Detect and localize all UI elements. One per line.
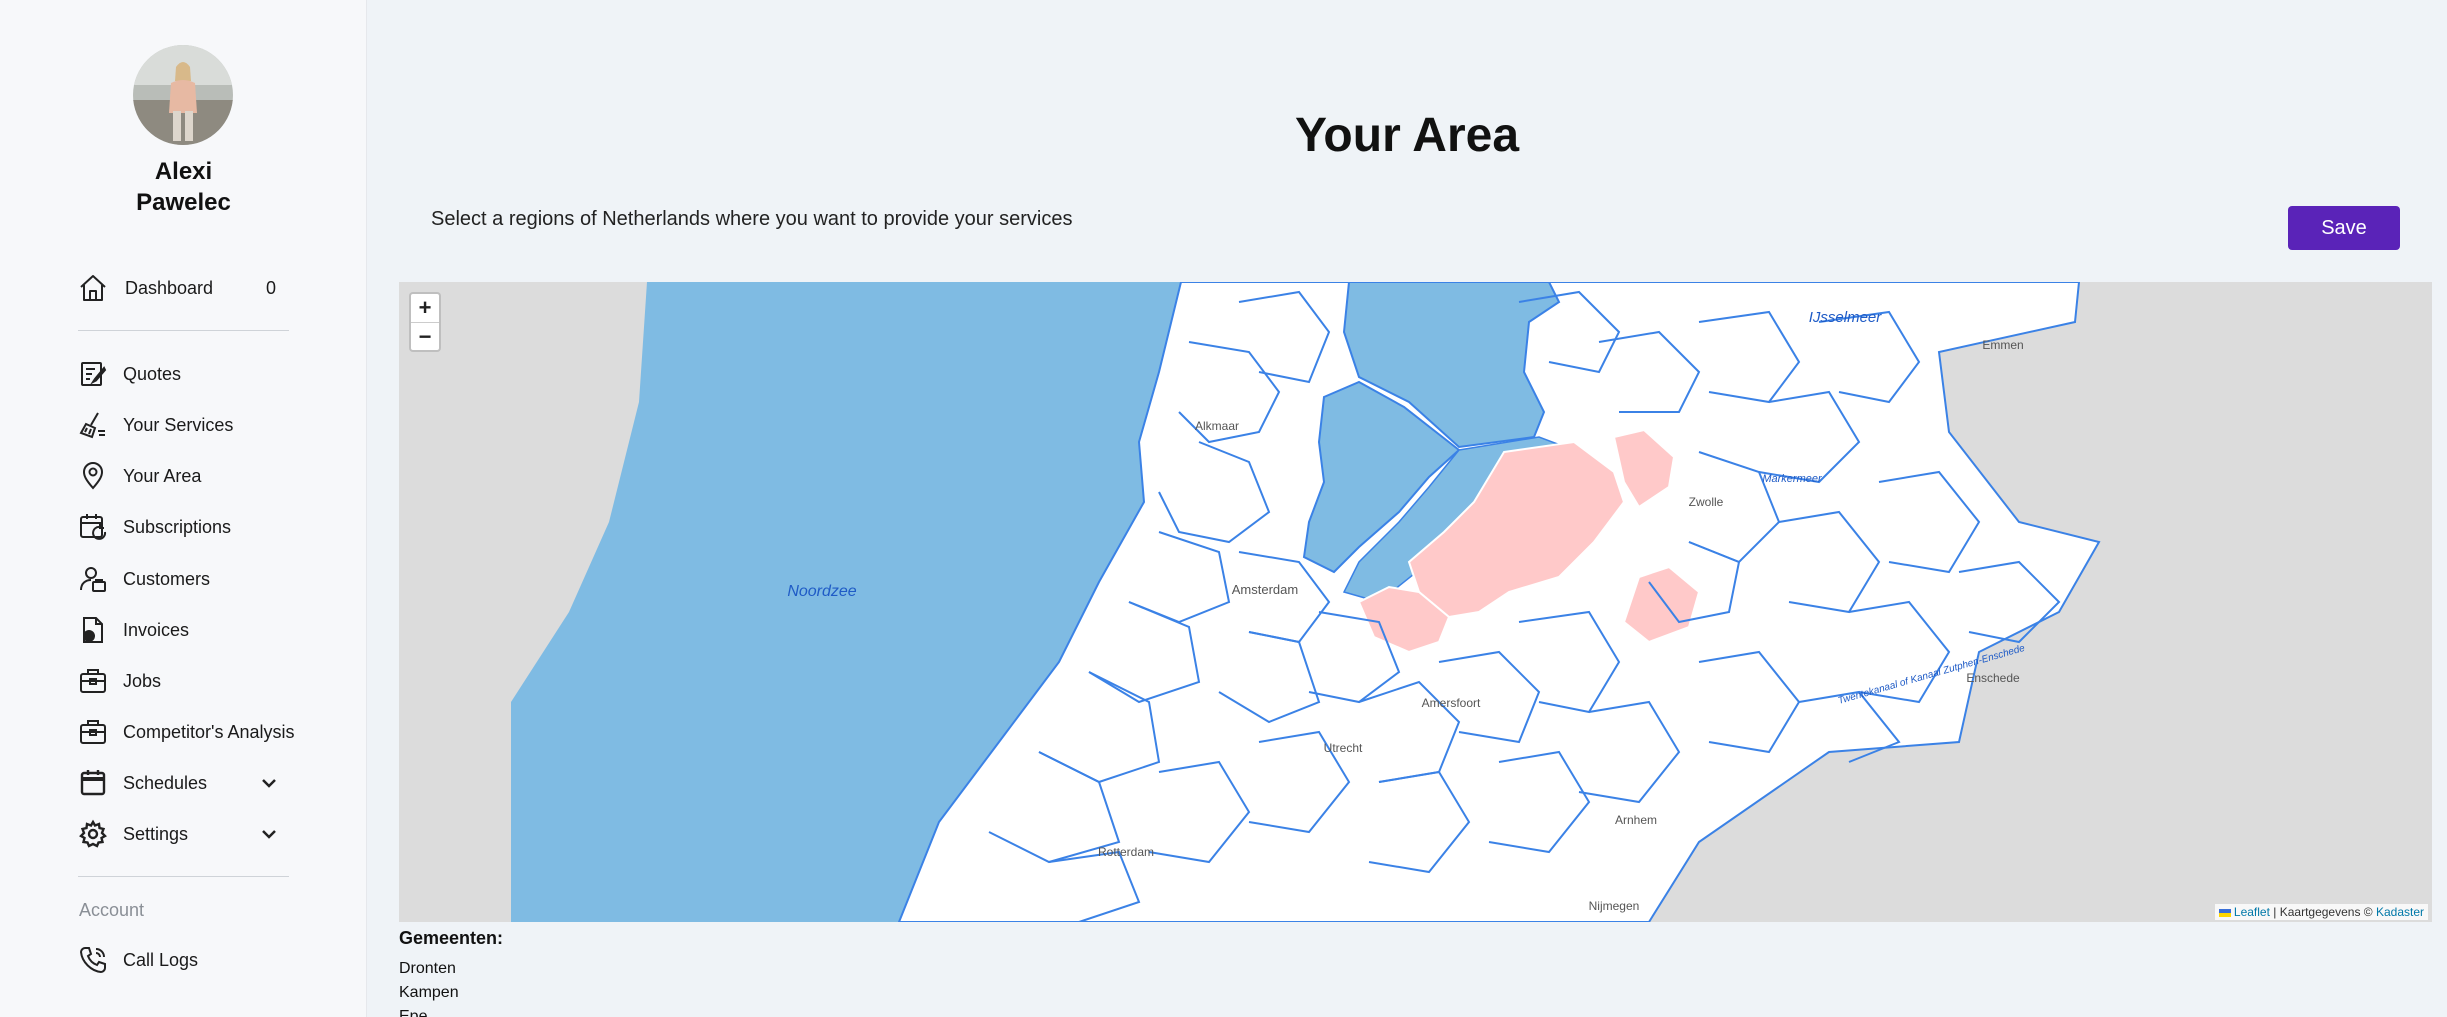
map-label-amsterdam: Amsterdam	[1232, 582, 1298, 597]
sidebar: Alexi Pawelec Dashboard 0 Quotes Your Se…	[0, 0, 367, 1017]
map-canvas[interactable]: IJsselmeer Markermeer Noordzee Alkmaar A…	[399, 282, 2432, 922]
calendar-icon	[80, 770, 106, 796]
nav-invoices[interactable]: Invoices	[78, 610, 318, 650]
gemeenten-title: Gemeenten:	[399, 928, 504, 948]
nav-your-services-label: Your Services	[123, 414, 234, 435]
invoice-icon	[83, 617, 103, 643]
broom-icon	[79, 412, 105, 439]
nav-subscriptions-label: Subscriptions	[123, 516, 232, 537]
nav-jobs-label: Jobs	[123, 670, 162, 691]
map-label-amersfoort: Amersfoort	[1422, 696, 1481, 710]
nav-your-area[interactable]: Your Area	[78, 456, 318, 496]
zoom-in-button[interactable]: +	[411, 294, 439, 322]
nav-invoices-label: Invoices	[123, 619, 190, 640]
map-label-markermeer: Markermeer	[1762, 473, 1823, 485]
nav-dashboard-label: Dashboard	[125, 277, 214, 298]
save-button[interactable]: Save	[2288, 206, 2400, 250]
nav-settings[interactable]: Settings	[78, 814, 318, 854]
nav-schedules-label: Schedules	[123, 772, 208, 793]
map-label-arnhem: Arnhem	[1615, 813, 1657, 827]
gemeente-item: Epe	[399, 1008, 428, 1017]
avatar[interactable]	[133, 45, 233, 145]
briefcase-icon	[80, 720, 106, 744]
gemeente-item: Kampen	[399, 984, 459, 1001]
map-label-noordzee: Noordzee	[787, 583, 856, 600]
nav-customers-label: Customers	[123, 568, 211, 589]
nav-schedules[interactable]: Schedules	[78, 763, 318, 803]
gemeente-item: Dronten	[399, 960, 456, 977]
zoom-out-button[interactable]: −	[411, 322, 439, 350]
nav-jobs[interactable]: Jobs	[78, 661, 318, 701]
nav-quotes-label: Quotes	[123, 363, 182, 384]
location-pin-icon	[82, 462, 104, 490]
divider	[78, 330, 289, 331]
dashboard-count-badge: 0	[266, 277, 277, 298]
nav-competitors-analysis[interactable]: Competitor's Analysis	[78, 712, 318, 752]
user-name: Alexi Pawelec	[0, 156, 367, 218]
nav-call-logs[interactable]: Call Logs	[78, 940, 318, 980]
map-label-zwolle: Zwolle	[1689, 495, 1724, 509]
nav-subscriptions[interactable]: Subscriptions	[78, 507, 318, 547]
gear-icon	[79, 819, 107, 848]
nav-settings-label: Settings	[123, 823, 189, 844]
customers-icon	[80, 567, 106, 592]
flag-icon	[2218, 908, 2231, 917]
map-label-alkmaar: Alkmaar	[1195, 419, 1239, 433]
attribution-separator: | Kaartgegevens ©	[2269, 905, 2376, 919]
user-first-name: Alexi	[154, 158, 213, 185]
calendar-refresh-icon	[80, 514, 107, 540]
kadaster-link[interactable]: Kadaster	[2376, 905, 2424, 919]
nav-dashboard[interactable]: Dashboard 0	[78, 268, 318, 308]
nav-call-logs-label: Call Logs	[123, 949, 199, 970]
map-attribution: Leaflet | Kaartgegevens © Kadaster	[2214, 904, 2428, 920]
briefcase-icon	[80, 669, 106, 693]
map-label-rotterdam: Rotterdam	[1098, 845, 1154, 859]
map-label-utrecht: Utrecht	[1324, 741, 1363, 755]
quotes-icon	[81, 362, 107, 386]
account-section-label: Account	[79, 900, 145, 920]
map[interactable]: IJsselmeer Markermeer Noordzee Alkmaar A…	[399, 282, 2432, 922]
nav-your-services[interactable]: Your Services	[78, 405, 318, 445]
phone-icon	[79, 947, 106, 974]
map-label-nijmegen: Nijmegen	[1589, 899, 1640, 913]
nav-quotes[interactable]: Quotes	[78, 354, 318, 394]
nav-your-area-label: Your Area	[123, 465, 202, 486]
user-last-name: Pawelec	[136, 189, 231, 216]
zoom-control: + −	[409, 292, 441, 352]
divider	[78, 876, 289, 877]
chevron-down-icon[interactable]	[259, 824, 279, 844]
home-icon	[80, 275, 106, 301]
map-label-emmen: Emmen	[1982, 338, 2023, 352]
page-title: Your Area	[1294, 109, 1520, 162]
leaflet-link[interactable]: Leaflet	[2234, 905, 2270, 919]
nav-customers[interactable]: Customers	[78, 559, 318, 599]
nav-competitors-analysis-label: Competitor's Analysis	[123, 721, 295, 742]
map-label-enschede: Enschede	[1966, 671, 2020, 685]
page-subtitle: Select a regions of Netherlands where yo…	[431, 208, 1073, 230]
chevron-down-icon[interactable]	[259, 773, 279, 793]
map-label-ijsselmeer: IJsselmeer	[1809, 309, 1883, 326]
